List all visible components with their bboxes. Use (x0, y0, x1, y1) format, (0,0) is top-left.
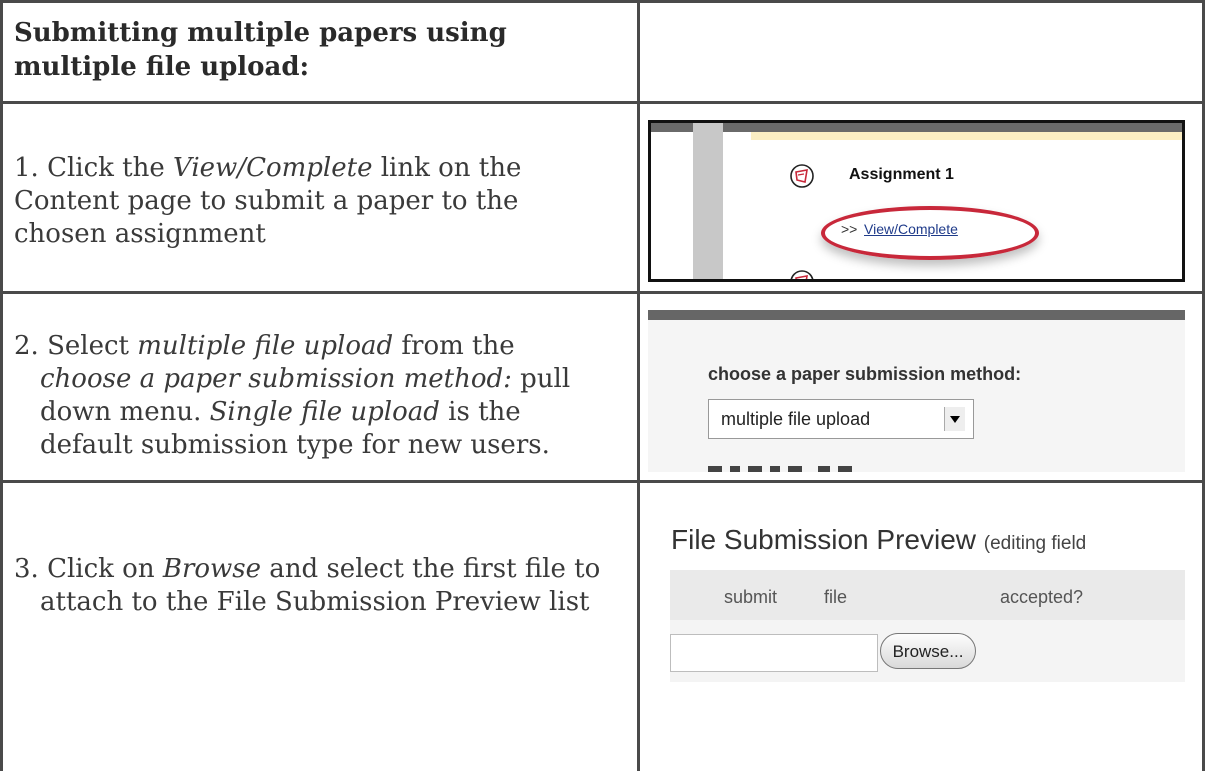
table-border-top (0, 0, 1205, 3)
assignment-icon (790, 164, 814, 188)
sidebar-gap (723, 132, 751, 279)
assignment-title: Assignment 1 (849, 166, 954, 183)
sidebar-strip (693, 123, 723, 279)
file-upload-row: Browse... (670, 620, 1185, 682)
selected-option: multiple file upload (721, 409, 871, 429)
step-3-text: Click on Browse and select the first fil… (40, 554, 601, 617)
step-2-instruction: 2. Select multiple file upload from the … (14, 330, 614, 462)
preview-title-text: File Submission Preview (671, 524, 976, 555)
submission-method-label: choose a paper submission method: (708, 364, 1022, 384)
preview-title: File Submission Preview (editing field (671, 524, 1086, 556)
submission-method-select[interactable]: multiple file upload (708, 399, 974, 439)
instruction-table: Submitting multiple papers using multipl… (0, 0, 1205, 771)
file-path-input[interactable] (670, 634, 878, 672)
column-header-file: file (824, 587, 848, 607)
highlight-strip (751, 132, 1182, 140)
header-bar (651, 123, 1182, 132)
preview-table-header: submit file accepted? (670, 570, 1185, 620)
screenshot-file-submission-preview: File Submission Preview (editing field s… (648, 500, 1185, 771)
cropped-text-fragment (708, 466, 852, 472)
table-column-divider (637, 0, 640, 771)
preview-subtitle: (editing field (983, 533, 1087, 554)
header-bar (648, 310, 1185, 320)
step-3-number: 3. (14, 554, 39, 584)
column-header-accepted: accepted? (1000, 587, 1084, 607)
screenshot-assignment-link: Assignment 1 >> View/Complete (648, 120, 1185, 282)
table-row-divider-1 (0, 101, 1205, 104)
chevron-down-icon[interactable] (944, 407, 965, 431)
browse-button[interactable]: Browse... (880, 633, 976, 669)
step-1-number: 1. (14, 153, 39, 183)
step-1-instruction: 1. Click the View/Complete link on the C… (14, 152, 614, 251)
step-2-number: 2. (14, 331, 39, 361)
table-header-title: Submitting multiple papers using multipl… (14, 18, 507, 82)
column-header-submit: submit (724, 587, 778, 607)
table-border-left (0, 0, 3, 771)
assignment-icon (790, 270, 814, 279)
screenshot-submission-method: choose a paper submission method: multip… (648, 310, 1185, 472)
step-1-text: Click the View/Complete link on the Cont… (14, 153, 522, 249)
table-row-divider-2 (0, 291, 1205, 294)
table-row-divider-3 (0, 480, 1205, 483)
step-2-text: Select multiple file upload from the cho… (40, 331, 571, 460)
highlight-oval (821, 206, 1039, 260)
step-3-instruction: 3. Click on Browse and select the first … (14, 553, 624, 619)
